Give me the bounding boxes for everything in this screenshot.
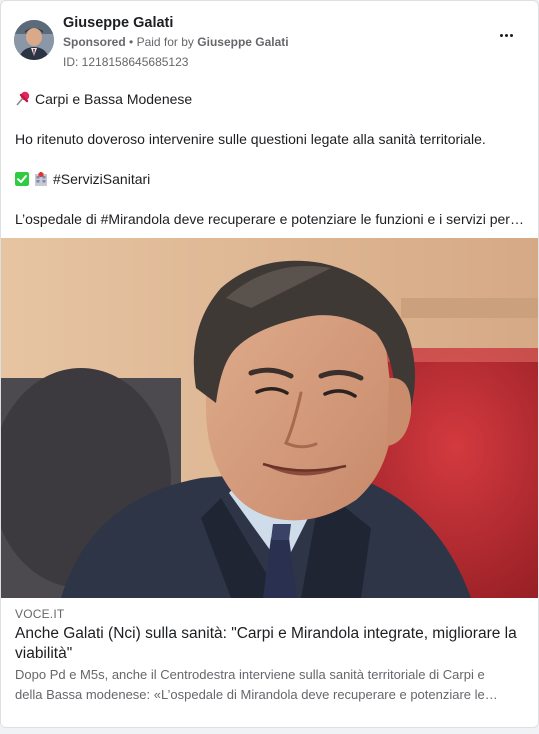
ad-id: ID: 1218158645685123 bbox=[63, 55, 189, 69]
page-avatar[interactable] bbox=[14, 20, 54, 60]
link-domain: VOCE.IT bbox=[15, 607, 65, 621]
paid-for-name[interactable]: Giuseppe Galati bbox=[197, 35, 288, 49]
link-description: Dopo Pd e M5s, anche il Centrodestra int… bbox=[15, 665, 520, 705]
link-description-line: della Bassa modenese: «L’ospedale di Mir… bbox=[15, 687, 498, 702]
check-mark-icon bbox=[15, 172, 29, 186]
link-preview-image[interactable] bbox=[1, 238, 538, 598]
hashtag-line: #ServiziSanitari bbox=[15, 169, 527, 189]
link-description-line: Dopo Pd e M5s, anche il Centrodestra int… bbox=[15, 667, 485, 682]
location-line: Carpi e Bassa Modenese bbox=[15, 89, 527, 109]
paid-for-prefix: Paid for by bbox=[136, 35, 194, 49]
page-name[interactable]: Giuseppe Galati bbox=[63, 15, 173, 31]
sponsored-post-card: Giuseppe Galati Sponsored • Paid for by … bbox=[0, 0, 539, 728]
link-preview-footer[interactable]: VOCE.IT Anche Galati (Nci) sulla sanità:… bbox=[1, 598, 538, 727]
location-text: Carpi e Bassa Modenese bbox=[35, 91, 193, 107]
more-horizontal-icon bbox=[499, 33, 503, 37]
post-header: Giuseppe Galati Sponsored • Paid for by … bbox=[1, 1, 538, 81]
sponsored-label: Sponsored bbox=[63, 35, 126, 49]
link-title[interactable]: Anche Galati (Nci) sulla sanità: "Carpi … bbox=[15, 624, 525, 664]
hashtag-link[interactable]: #ServiziSanitari bbox=[53, 171, 150, 187]
post-paragraph: Ho ritenuto doveroso intervenire sulle q… bbox=[15, 131, 486, 147]
more-options-button[interactable] bbox=[496, 28, 516, 42]
meta-separator: • bbox=[129, 35, 134, 49]
pushpin-icon bbox=[16, 91, 30, 106]
post-preview-text: L’ospedale di #Mirandola deve recuperare… bbox=[15, 211, 527, 227]
hospital-icon bbox=[35, 172, 47, 186]
sponsored-meta: Sponsored • Paid for by Giuseppe Galati bbox=[63, 35, 289, 49]
